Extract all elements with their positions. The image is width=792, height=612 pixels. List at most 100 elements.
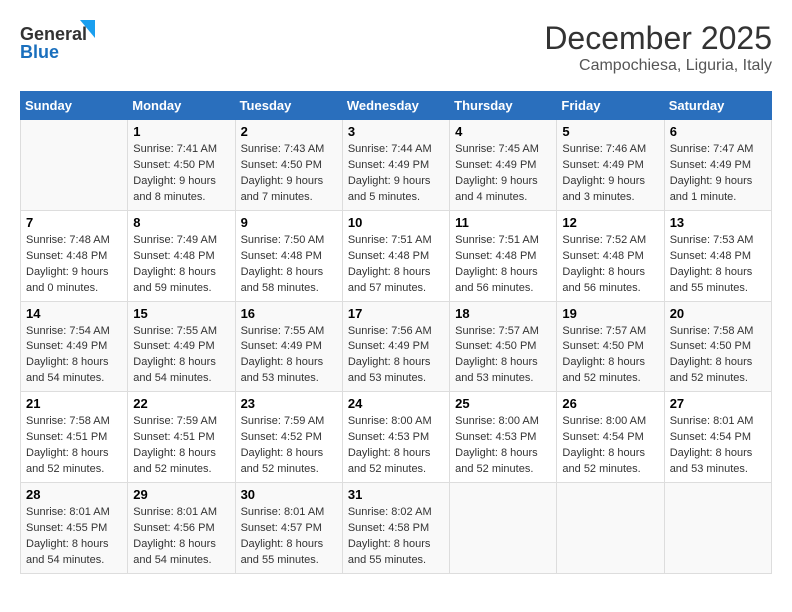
calendar-cell: 22 Sunrise: 7:59 AMSunset: 4:51 PMDayligh… <box>128 392 235 483</box>
calendar-cell: 28 Sunrise: 8:01 AMSunset: 4:55 PMDayligh… <box>21 483 128 574</box>
day-number: 20 <box>670 306 766 321</box>
day-number: 18 <box>455 306 551 321</box>
day-info: Sunrise: 7:58 AMSunset: 4:51 PMDaylight:… <box>26 414 122 478</box>
day-info: Sunrise: 8:01 AMSunset: 4:54 PMDaylight:… <box>670 414 766 478</box>
day-info: Sunrise: 8:00 AMSunset: 4:54 PMDaylight:… <box>562 414 658 478</box>
day-number: 3 <box>348 124 444 139</box>
calendar-weekday-thursday: Thursday <box>450 92 557 120</box>
calendar-cell: 7 Sunrise: 7:48 AMSunset: 4:48 PMDaylight… <box>21 210 128 301</box>
day-info: Sunrise: 7:53 AMSunset: 4:48 PMDaylight:… <box>670 233 766 297</box>
svg-text:Blue: Blue <box>20 42 59 62</box>
calendar-cell: 12 Sunrise: 7:52 AMSunset: 4:48 PMDayligh… <box>557 210 664 301</box>
calendar-cell: 25 Sunrise: 8:00 AMSunset: 4:53 PMDayligh… <box>450 392 557 483</box>
day-number: 8 <box>133 215 229 230</box>
day-info: Sunrise: 8:01 AMSunset: 4:57 PMDaylight:… <box>241 505 337 569</box>
day-info: Sunrise: 7:41 AMSunset: 4:50 PMDaylight:… <box>133 142 229 206</box>
day-number: 24 <box>348 396 444 411</box>
calendar-weekday-wednesday: Wednesday <box>342 92 449 120</box>
day-number: 12 <box>562 215 658 230</box>
day-number: 7 <box>26 215 122 230</box>
calendar-cell: 23Sunrise: 7:59 AMSunset: 4:52 PMDayligh… <box>235 392 342 483</box>
calendar-cell: 15Sunrise: 7:55 AMSunset: 4:49 PMDayligh… <box>128 301 235 392</box>
day-number: 28 <box>26 487 122 502</box>
day-number: 9 <box>241 215 337 230</box>
day-info: Sunrise: 7:47 AMSunset: 4:49 PMDaylight:… <box>670 142 766 206</box>
day-number: 30 <box>241 487 337 502</box>
calendar-cell <box>21 120 128 211</box>
month-title: December 2025 <box>544 20 772 57</box>
day-number: 22 <box>133 396 229 411</box>
day-info: Sunrise: 8:00 AMSunset: 4:53 PMDaylight:… <box>348 414 444 478</box>
calendar-cell: 30 Sunrise: 8:01 AMSunset: 4:57 PMDayligh… <box>235 483 342 574</box>
calendar-weekday-monday: Monday <box>128 92 235 120</box>
day-info: Sunrise: 7:51 AMSunset: 4:48 PMDaylight:… <box>455 233 551 297</box>
calendar-week-row: 14 Sunrise: 7:54 AMSunset: 4:49 PMDayligh… <box>21 301 772 392</box>
calendar-week-row: 28 Sunrise: 8:01 AMSunset: 4:55 PMDayligh… <box>21 483 772 574</box>
day-info: Sunrise: 7:50 AMSunset: 4:48 PMDaylight:… <box>241 233 337 297</box>
day-number: 17 <box>348 306 444 321</box>
day-number: 13 <box>670 215 766 230</box>
calendar-cell: 5 Sunrise: 7:46 AMSunset: 4:49 PMDaylight… <box>557 120 664 211</box>
calendar-cell: 29 Sunrise: 8:01 AMSunset: 4:56 PMDayligh… <box>128 483 235 574</box>
calendar-weekday-saturday: Saturday <box>664 92 771 120</box>
calendar-weekday-tuesday: Tuesday <box>235 92 342 120</box>
calendar-cell: 11 Sunrise: 7:51 AMSunset: 4:48 PMDayligh… <box>450 210 557 301</box>
calendar-cell <box>450 483 557 574</box>
day-info: Sunrise: 7:59 AMSunset: 4:51 PMDaylight:… <box>133 414 229 478</box>
day-info: Sunrise: 8:01 AMSunset: 4:55 PMDaylight:… <box>26 505 122 569</box>
day-number: 23 <box>241 396 337 411</box>
day-info: Sunrise: 7:43 AMSunset: 4:50 PMDaylight:… <box>241 142 337 206</box>
calendar-cell: 27 Sunrise: 8:01 AMSunset: 4:54 PMDayligh… <box>664 392 771 483</box>
day-info: Sunrise: 7:57 AMSunset: 4:50 PMDaylight:… <box>562 324 658 388</box>
day-info: Sunrise: 7:48 AMSunset: 4:48 PMDaylight:… <box>26 233 122 297</box>
logo-svg: GeneralBlue <box>20 20 100 62</box>
day-number: 19 <box>562 306 658 321</box>
day-info: Sunrise: 8:01 AMSunset: 4:56 PMDaylight:… <box>133 505 229 569</box>
day-info: Sunrise: 7:55 AMSunset: 4:49 PMDaylight:… <box>133 324 229 388</box>
day-info: Sunrise: 7:55 AMSunset: 4:49 PMDaylight:… <box>241 324 337 388</box>
calendar-cell: 26 Sunrise: 8:00 AMSunset: 4:54 PMDayligh… <box>557 392 664 483</box>
day-number: 14 <box>26 306 122 321</box>
day-info: Sunrise: 7:46 AMSunset: 4:49 PMDaylight:… <box>562 142 658 206</box>
calendar-cell <box>557 483 664 574</box>
day-number: 4 <box>455 124 551 139</box>
day-number: 29 <box>133 487 229 502</box>
calendar-cell: 18 Sunrise: 7:57 AMSunset: 4:50 PMDayligh… <box>450 301 557 392</box>
calendar-cell: 13 Sunrise: 7:53 AMSunset: 4:48 PMDayligh… <box>664 210 771 301</box>
day-info: Sunrise: 7:57 AMSunset: 4:50 PMDaylight:… <box>455 324 551 388</box>
calendar-week-row: 7 Sunrise: 7:48 AMSunset: 4:48 PMDaylight… <box>21 210 772 301</box>
day-number: 25 <box>455 396 551 411</box>
calendar-weekday-sunday: Sunday <box>21 92 128 120</box>
day-info: Sunrise: 7:45 AMSunset: 4:49 PMDaylight:… <box>455 142 551 206</box>
day-number: 27 <box>670 396 766 411</box>
title-area: December 2025 Campochiesa, Liguria, Ital… <box>544 20 772 75</box>
day-number: 10 <box>348 215 444 230</box>
day-number: 21 <box>26 396 122 411</box>
calendar-cell: 21 Sunrise: 7:58 AMSunset: 4:51 PMDayligh… <box>21 392 128 483</box>
day-info: Sunrise: 7:56 AMSunset: 4:49 PMDaylight:… <box>348 324 444 388</box>
calendar-cell: 16Sunrise: 7:55 AMSunset: 4:49 PMDayligh… <box>235 301 342 392</box>
day-number: 5 <box>562 124 658 139</box>
svg-text:General: General <box>20 24 87 44</box>
day-number: 11 <box>455 215 551 230</box>
day-info: Sunrise: 8:02 AMSunset: 4:58 PMDaylight:… <box>348 505 444 569</box>
day-info: Sunrise: 7:52 AMSunset: 4:48 PMDaylight:… <box>562 233 658 297</box>
day-number: 26 <box>562 396 658 411</box>
calendar-cell: 3 Sunrise: 7:44 AMSunset: 4:49 PMDaylight… <box>342 120 449 211</box>
calendar-weekday-friday: Friday <box>557 92 664 120</box>
day-number: 2 <box>241 124 337 139</box>
calendar-cell: 1Sunrise: 7:41 AMSunset: 4:50 PMDaylight… <box>128 120 235 211</box>
calendar-cell: 20Sunrise: 7:58 AMSunset: 4:50 PMDayligh… <box>664 301 771 392</box>
calendar-cell: 6Sunrise: 7:47 AMSunset: 4:49 PMDaylight… <box>664 120 771 211</box>
day-info: Sunrise: 7:44 AMSunset: 4:49 PMDaylight:… <box>348 142 444 206</box>
day-info: Sunrise: 8:00 AMSunset: 4:53 PMDaylight:… <box>455 414 551 478</box>
calendar-week-row: 21 Sunrise: 7:58 AMSunset: 4:51 PMDayligh… <box>21 392 772 483</box>
calendar-table: SundayMondayTuesdayWednesdayThursdayFrid… <box>20 91 772 574</box>
calendar-cell: 17 Sunrise: 7:56 AMSunset: 4:49 PMDayligh… <box>342 301 449 392</box>
day-number: 31 <box>348 487 444 502</box>
day-info: Sunrise: 7:49 AMSunset: 4:48 PMDaylight:… <box>133 233 229 297</box>
day-info: Sunrise: 7:54 AMSunset: 4:49 PMDaylight:… <box>26 324 122 388</box>
day-info: Sunrise: 7:51 AMSunset: 4:48 PMDaylight:… <box>348 233 444 297</box>
logo: GeneralBlue <box>20 20 100 62</box>
calendar-cell: 31 Sunrise: 8:02 AMSunset: 4:58 PMDayligh… <box>342 483 449 574</box>
